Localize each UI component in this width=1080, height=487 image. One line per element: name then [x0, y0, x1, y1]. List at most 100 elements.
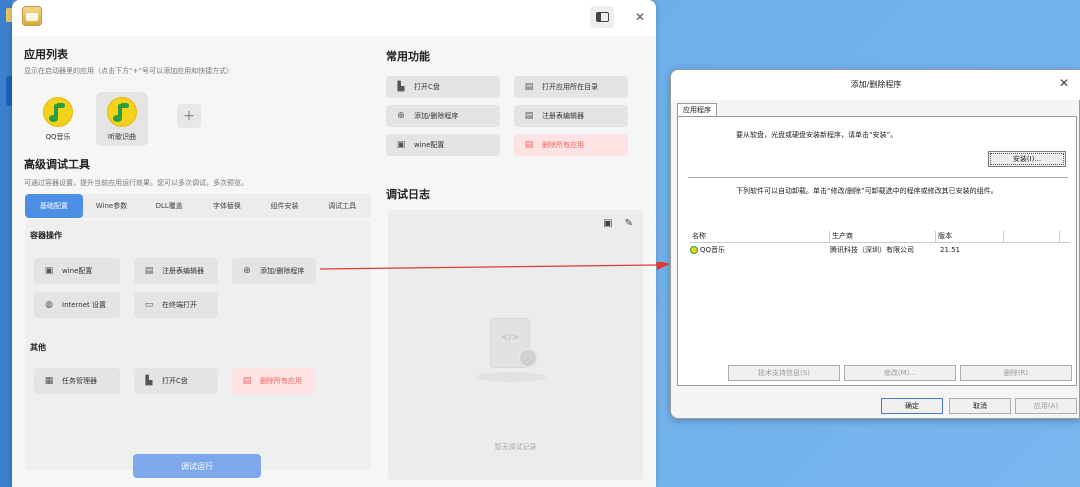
other-title: 其他: [30, 343, 46, 352]
common-wine-config-button[interactable]: ▣ wine配置: [386, 134, 500, 156]
log-toolbar: ▣ ✎: [603, 218, 633, 229]
apply-button[interactable]: 应用(A): [1015, 398, 1077, 414]
open-in-terminal-button[interactable]: ▭ 在终端打开: [134, 292, 218, 318]
install-button[interactable]: 安装(I)...: [988, 151, 1066, 167]
tab-basic-config[interactable]: 基础配置: [25, 194, 83, 218]
app-name: 听歌识曲: [108, 133, 136, 141]
advanced-tools-subtitle: 可通过容器设置，提升当前应用运行效果。您可以多次调试，多次预览。: [24, 179, 248, 187]
program-name-cell: QQ音乐: [690, 245, 830, 255]
app-list-subtitle: 显示在启动器里的应用（点击下方“+”号可以添加应用和快捷方式）: [24, 67, 234, 75]
tab-font-replace[interactable]: 字体替换: [198, 194, 256, 218]
common-add-remove-programs-button[interactable]: ⊕ 添加/删除程序: [386, 105, 500, 127]
tab-applications[interactable]: 应用程序: [677, 103, 717, 117]
applications-pane: 要从软盘，光盘或硬盘安装新程序，请单击“安装”。 安装(I)... 下列软件可以…: [677, 116, 1077, 386]
debug-log-title: 调试日志: [386, 188, 430, 201]
divider: [688, 177, 1068, 178]
program-vendor: 腾讯科技（深圳）有限公司: [830, 246, 914, 254]
delete-apps-icon: ▤: [242, 376, 252, 386]
tab-debug-tools[interactable]: 调试工具: [313, 194, 371, 218]
button-label: 打开应用所在目录: [542, 83, 598, 91]
task-manager-button[interactable]: ▦ 任务管理器: [34, 368, 120, 394]
toggle-sidebar-button[interactable]: [590, 6, 614, 28]
wine-config-icon: ▣: [44, 266, 54, 276]
registry-icon: ▤: [144, 266, 154, 276]
button-label: 添加/删除程序: [260, 267, 305, 275]
button-label: Internet 设置: [62, 301, 107, 309]
modify-button[interactable]: 修改(M)...: [844, 365, 956, 381]
common-registry-editor-button[interactable]: ▤ 注册表编辑器: [514, 105, 628, 127]
delete-apps-icon: ▤: [524, 140, 534, 150]
dialog-close-button[interactable]: ✕: [1059, 76, 1069, 90]
remove-button[interactable]: 删除(R): [960, 365, 1072, 381]
container-ops-title: 容器操作: [30, 231, 62, 240]
advanced-tools-title: 高级调试工具: [24, 158, 90, 171]
registry-editor-button[interactable]: ▤ 注册表编辑器: [134, 258, 218, 284]
clear-log-icon[interactable]: ✎: [625, 218, 633, 229]
close-window-button[interactable]: ✕: [628, 6, 652, 28]
debug-run-button[interactable]: 调试运行: [133, 454, 261, 478]
add-remove-programs-dialog: 添加/删除程序 ✕ 应用程序 要从软盘，光盘或硬盘安装新程序，请单击“安装”。 …: [670, 69, 1080, 419]
debug-log-area: ▣ ✎ 暂无调试记录: [388, 210, 643, 480]
open-c-drive-button[interactable]: ▙ 打开C盘: [134, 368, 218, 394]
save-log-icon[interactable]: ▣: [603, 218, 612, 229]
column-version[interactable]: 版本: [936, 231, 1004, 242]
terminal-icon: ▭: [144, 300, 154, 310]
install-hint: 要从软盘，光盘或硬盘安装新程序，请单击“安装”。: [736, 131, 898, 139]
delete-all-apps-button[interactable]: ▤ 删除所有应用: [232, 368, 316, 394]
app-card-qq-music[interactable]: QQ音乐: [32, 92, 84, 146]
registry-icon: ▤: [524, 111, 534, 121]
window-titlebar: ✕: [12, 0, 656, 36]
briefcase-icon: ▦: [44, 376, 54, 386]
add-remove-programs-button[interactable]: ⊕ 添加/删除程序: [232, 258, 316, 284]
button-label: wine配置: [62, 267, 93, 275]
common-functions-title: 常用功能: [386, 50, 430, 63]
tab-component-install[interactable]: 组件安装: [256, 194, 314, 218]
column-name[interactable]: 名称: [690, 231, 830, 242]
drive-icon: ▙: [145, 376, 153, 386]
column-vendor[interactable]: 生产商: [830, 231, 936, 242]
add-app-button[interactable]: +: [177, 104, 201, 128]
support-info-button[interactable]: 技术支持信息(S): [728, 365, 840, 381]
button-label: 删除所有应用: [260, 377, 302, 385]
basic-config-panel: 容器操作 ▣ wine配置 ▤ 注册表编辑器 ⊕ 添加/删除程序 ◍ Internet …: [25, 220, 371, 470]
button-label: wine配置: [414, 141, 445, 149]
common-open-app-dir-button[interactable]: ▤ 打开应用所在目录: [514, 76, 628, 98]
program-row[interactable]: QQ音乐 腾讯科技（深圳）有限公司 21.51: [690, 244, 1070, 256]
program-list-header: 名称 生产商 版本: [690, 231, 1070, 243]
button-label: 注册表编辑器: [162, 267, 204, 275]
folder-icon: ▤: [524, 82, 534, 92]
ok-button[interactable]: 确定: [881, 398, 943, 414]
qq-music-icon: [107, 97, 137, 127]
drive-icon: ▙: [397, 82, 405, 92]
program-name: QQ音乐: [700, 246, 726, 254]
app-card-song-recognition[interactable]: 听歌识曲: [96, 92, 148, 146]
button-label: 注册表编辑器: [542, 112, 584, 120]
tab-dll-override[interactable]: DLL覆盖: [140, 194, 198, 218]
common-delete-all-apps-button[interactable]: ▤ 删除所有应用: [514, 134, 628, 156]
button-label: 任务管理器: [62, 377, 97, 385]
tab-wine-params[interactable]: Wine参数: [83, 194, 141, 218]
wine-config-button[interactable]: ▣ wine配置: [34, 258, 120, 284]
button-label: 在终端打开: [162, 301, 197, 309]
wine-config-icon: ▣: [396, 140, 406, 150]
desktop-edge: [0, 0, 12, 487]
qq-music-icon: [690, 246, 698, 254]
cancel-button[interactable]: 取消: [949, 398, 1011, 414]
sidebar-icon: [595, 12, 609, 22]
internet-settings-button[interactable]: ◍ Internet 设置: [34, 292, 120, 318]
app-list-title: 应用列表: [24, 48, 68, 61]
clock-icon: [518, 348, 538, 368]
column-extra: [1004, 231, 1060, 242]
qq-music-icon: [43, 97, 73, 127]
empty-log-text: 暂无调试记录: [494, 443, 537, 451]
common-open-c-drive-button[interactable]: ▙ 打开C盘: [386, 76, 500, 98]
empty-log-illustration: [460, 314, 560, 394]
uninstall-hint: 下列软件可以自动卸载。单击“修改/删除”可卸载选中的程序或修改其已安装的组件。: [736, 187, 998, 195]
basket-icon: ⊕: [243, 266, 251, 276]
globe-icon: ◍: [45, 300, 53, 310]
basket-icon: ⊕: [397, 111, 405, 121]
debug-tabs: 基础配置 Wine参数 DLL覆盖 字体替换 组件安装 调试工具: [25, 194, 371, 218]
button-label: 删除所有应用: [542, 141, 584, 149]
dialog-title: 添加/删除程序: [671, 70, 1080, 100]
app-name: QQ音乐: [45, 133, 71, 141]
